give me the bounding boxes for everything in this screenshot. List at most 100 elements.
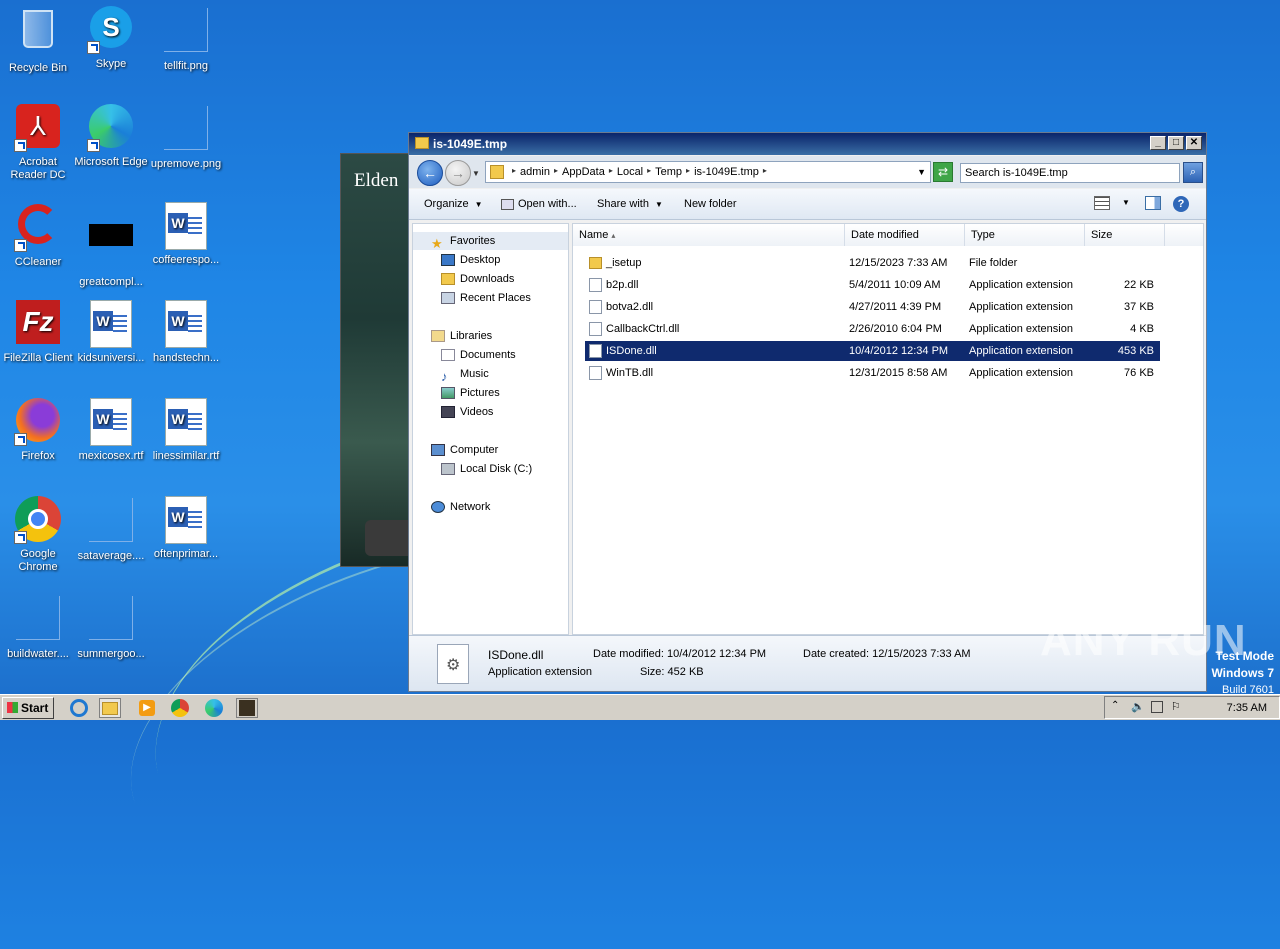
volume-icon[interactable]: 🔈	[1131, 700, 1145, 713]
title-bar[interactable]: is-1049E.tmp _ □ ✕	[409, 133, 1206, 155]
taskbar: Start ▶ ⌃ 🔈 ⚐ 7:35 AM	[0, 694, 1280, 720]
system-tray: ⌃ 🔈 ⚐ 7:35 AM	[1104, 696, 1280, 719]
recent-pages-chevron-icon[interactable]: ▼	[472, 169, 480, 178]
desktop-icon-greatcompl[interactable]: greatcompl...	[73, 202, 149, 289]
nav-music[interactable]: ♪ Music	[413, 365, 489, 384]
nav-documents[interactable]: Documents	[413, 346, 516, 364]
desktop-icon-label: FileZilla Client	[3, 352, 73, 364]
desktop-icon-tellfit[interactable]: tellfit.png	[148, 6, 224, 73]
clock[interactable]: 7:35 AM	[1227, 702, 1267, 714]
network-tray-icon[interactable]	[1151, 701, 1163, 713]
desktop-icon-label: buildwater....	[7, 648, 69, 660]
start-button[interactable]: Start	[2, 697, 54, 719]
nav-desktop[interactable]: Desktop	[413, 251, 500, 269]
address-bar[interactable]: ▸ admin ▸ AppData ▸ Local ▸ Temp ▸ is-10…	[485, 161, 931, 183]
new-folder-button[interactable]: New folder	[684, 198, 737, 210]
flag-icon[interactable]: ⚐	[1171, 700, 1181, 713]
desktop-icon-summergoo[interactable]: summergoo...	[73, 594, 149, 661]
desktop-icon-kidsuniversi[interactable]: kidsuniversi...	[73, 300, 149, 365]
ccleaner-icon	[14, 204, 62, 252]
nav-favorites[interactable]: ★ Favorites	[413, 232, 568, 251]
maximize-button[interactable]: □	[1168, 136, 1184, 150]
search-input[interactable]: Search is-1049E.tmp	[960, 163, 1180, 183]
test-mode-notice: Test Mode Windows 7 Build 7601	[1211, 649, 1274, 696]
ie-icon[interactable]	[68, 698, 90, 718]
nav-videos[interactable]: Videos	[413, 403, 493, 421]
help-icon[interactable]: ?	[1173, 196, 1189, 212]
desktop-icon-label: sataverage....	[77, 550, 145, 562]
breadcrumb-item[interactable]: admin	[520, 166, 550, 178]
desktop-icon-upremove[interactable]: upremove.png	[148, 104, 224, 171]
search-icon[interactable]: ⌕	[1183, 162, 1203, 183]
desktop-icon-edge[interactable]: Microsoft Edge	[73, 104, 149, 169]
background-app-window[interactable]: Elden	[340, 153, 425, 567]
window-title: is-1049E.tmp	[433, 137, 508, 151]
details-size: Size: 452 KB	[640, 666, 704, 678]
explorer-taskbar-icon[interactable]	[99, 698, 121, 718]
column-header-type[interactable]: Type	[965, 224, 1085, 246]
nav-pictures[interactable]: Pictures	[413, 384, 500, 402]
nav-downloads[interactable]: Downloads	[413, 270, 514, 288]
desktop-icon-chrome[interactable]: Google Chrome	[0, 496, 76, 574]
breadcrumb-item[interactable]: Temp	[655, 166, 682, 178]
dll-file-icon	[589, 366, 602, 381]
organize-button[interactable]: Organize ▼	[424, 198, 483, 210]
nav-network[interactable]: Network	[413, 498, 490, 516]
edge-taskbar-icon[interactable]	[203, 698, 225, 718]
folder-icon	[589, 257, 602, 270]
nav-libraries[interactable]: Libraries	[413, 327, 492, 345]
dll-file-icon	[589, 344, 602, 359]
desktop-icon-oftenprimar[interactable]: oftenprimar...	[148, 496, 224, 561]
table-row-selected[interactable]: ISDone.dll 10/4/2012 12:34 PM Applicatio…	[585, 341, 1160, 361]
desktop-icon-skype[interactable]: S Skype	[73, 6, 149, 71]
nav-recent-places[interactable]: Recent Places	[413, 289, 531, 307]
back-button[interactable]: ←	[417, 160, 443, 186]
folder-icon	[490, 165, 504, 179]
share-with-button[interactable]: Share with ▼	[597, 198, 663, 210]
desktop-icon-label: Microsoft Edge	[74, 156, 148, 168]
chrome-taskbar-icon[interactable]	[169, 698, 191, 718]
column-header-empty	[1165, 224, 1203, 246]
open-with-button[interactable]: Open with...	[501, 198, 577, 210]
desktop-icon-handstechn[interactable]: handstechn...	[148, 300, 224, 365]
show-hidden-icons-icon[interactable]: ⌃	[1111, 700, 1119, 711]
desktop-icon-acrobat[interactable]: ⅄ Acrobat Reader DC	[0, 104, 76, 182]
desktop-icon-firefox[interactable]: Firefox	[0, 398, 76, 463]
table-row[interactable]: botva2.dll 4/27/2011 4:39 PM Application…	[585, 297, 1160, 317]
refresh-icon[interactable]: ⇄	[933, 162, 953, 182]
view-options-icon[interactable]	[1094, 196, 1110, 210]
desktop-icon-linessimilar[interactable]: linessimilar.rtf	[148, 398, 224, 463]
preview-pane-icon[interactable]	[1145, 196, 1161, 210]
minimize-button[interactable]: _	[1150, 136, 1166, 150]
desktop-icon-sataverage[interactable]: sataverage....	[73, 496, 149, 563]
forward-button[interactable]: →	[445, 160, 471, 186]
close-button[interactable]: ✕	[1186, 136, 1202, 150]
desktop-icon-ccleaner[interactable]: CCleaner	[0, 202, 76, 269]
nav-local-disk[interactable]: Local Disk (C:)	[413, 460, 532, 478]
desktop-icon-coffeerespo[interactable]: coffeerespo...	[148, 202, 224, 267]
column-header-date[interactable]: Date modified	[845, 224, 965, 246]
word-document-icon	[162, 398, 210, 446]
desktop-icon	[441, 254, 455, 267]
game-taskbar-icon[interactable]	[236, 698, 258, 718]
explorer-window[interactable]: is-1049E.tmp _ □ ✕ ← → ▼ ▸ admin ▸ AppDa…	[408, 132, 1207, 692]
nav-computer[interactable]: Computer	[413, 441, 498, 459]
background-app-title: Elden	[354, 170, 399, 191]
breadcrumb-item[interactable]: Local	[617, 166, 643, 178]
chevron-down-icon[interactable]: ▼	[917, 167, 926, 177]
desktop-icon-label: oftenprimar...	[153, 548, 219, 560]
chevron-down-icon[interactable]: ▼	[1122, 198, 1130, 207]
desktop-icon-buildwater[interactable]: buildwater....	[0, 594, 76, 661]
breadcrumb-item[interactable]: AppData	[562, 166, 605, 178]
desktop-icon-recycle-bin[interactable]: Recycle Bin	[0, 6, 76, 75]
table-row[interactable]: WinTB.dll 12/31/2015 8:58 AM Application…	[585, 363, 1160, 383]
breadcrumb-item[interactable]: is-1049E.tmp	[694, 166, 759, 178]
table-row[interactable]: _isetup 12/15/2023 7:33 AM File folder	[585, 253, 1160, 273]
column-header-size[interactable]: Size	[1085, 224, 1165, 246]
desktop-icon-filezilla[interactable]: Fz FileZilla Client	[0, 300, 76, 365]
media-player-icon[interactable]: ▶	[136, 698, 158, 718]
table-row[interactable]: CallbackCtrl.dll 2/26/2010 6:04 PM Appli…	[585, 319, 1160, 339]
desktop-icon-mexicosex[interactable]: mexicosex.rtf	[73, 398, 149, 463]
table-row[interactable]: b2p.dll 5/4/2011 10:09 AM Application ex…	[585, 275, 1160, 295]
column-header-name[interactable]: Name ▴	[573, 224, 845, 246]
